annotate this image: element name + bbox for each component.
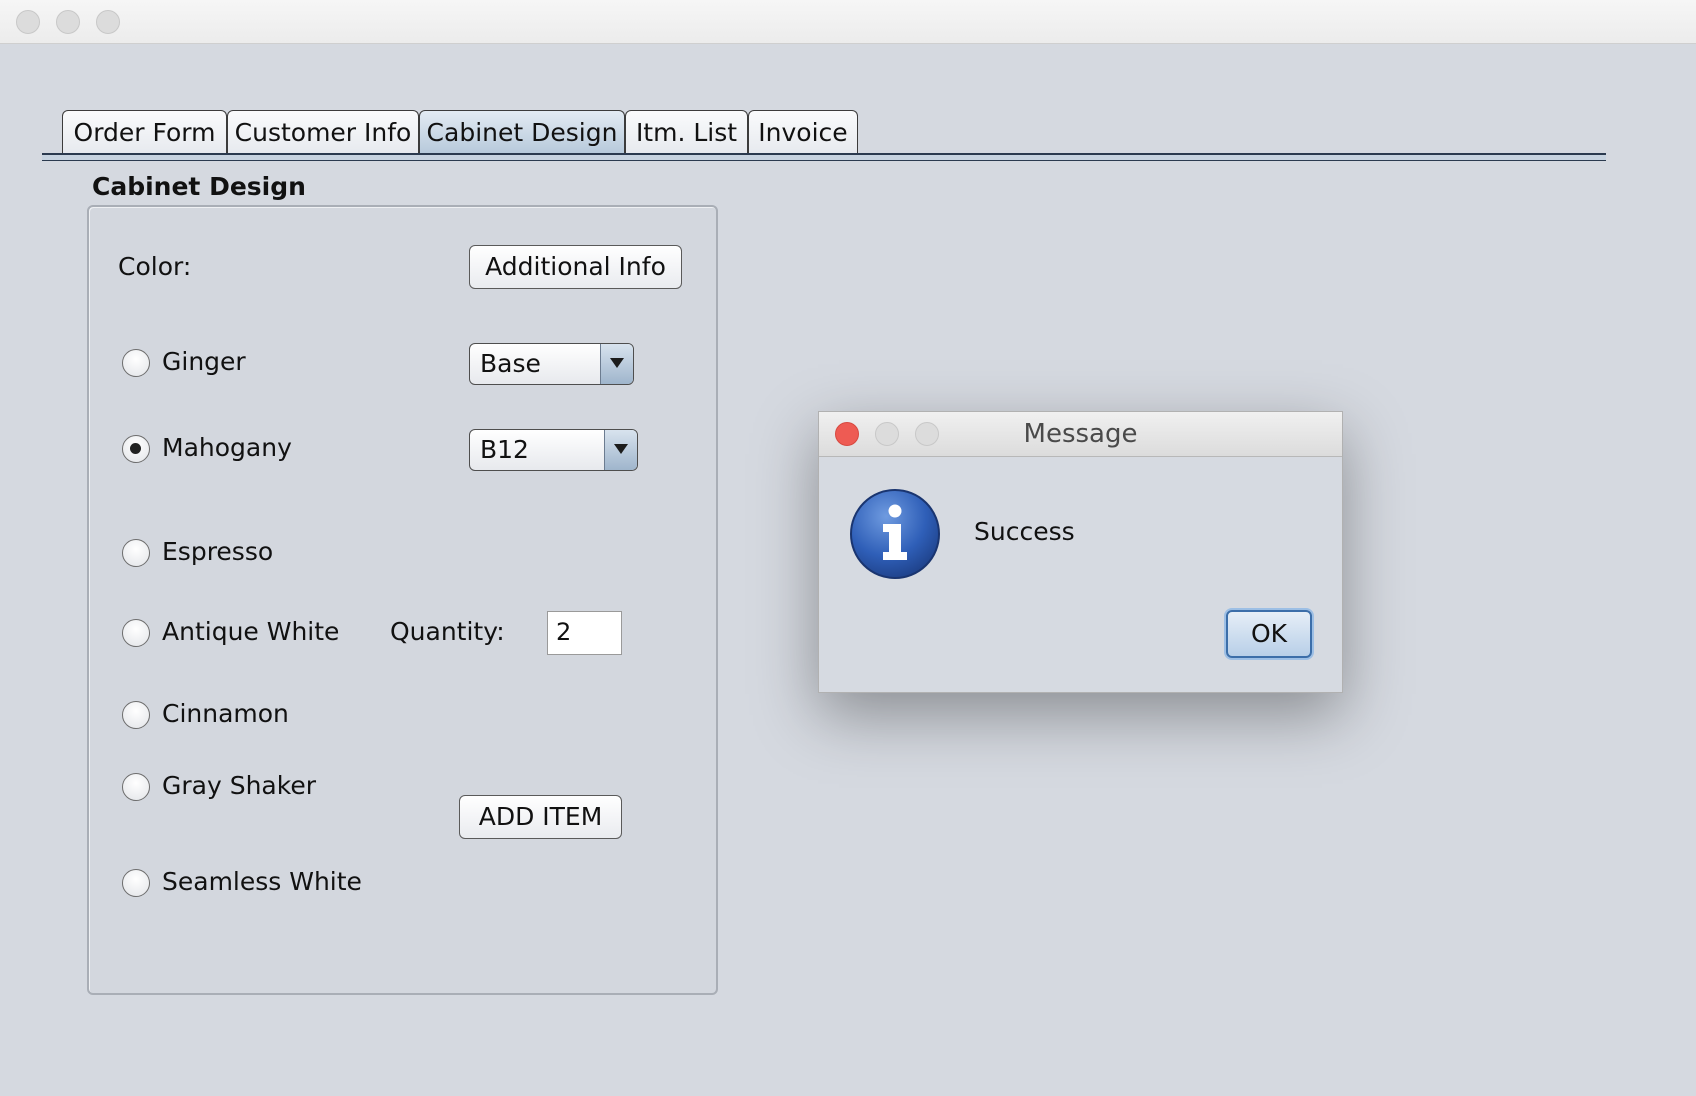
radio-espresso[interactable] <box>122 539 150 567</box>
zoom-window-button[interactable] <box>96 10 120 34</box>
radio-label-antique-white[interactable]: Antique White <box>162 617 339 646</box>
dialog-message: Success <box>974 517 1075 546</box>
color-label: Color: <box>118 252 192 281</box>
radio-cinnamon[interactable] <box>122 701 150 729</box>
tab-cabinet-design[interactable]: Cabinet Design <box>419 110 625 155</box>
radio-antique-white[interactable] <box>122 619 150 647</box>
cabinet-model-value: B12 <box>480 435 529 464</box>
cabinet-model-combo[interactable]: B12 <box>469 429 638 471</box>
radio-ginger[interactable] <box>122 349 150 377</box>
cabinet-type-combo[interactable]: Base <box>469 343 634 385</box>
close-window-button[interactable] <box>16 10 40 34</box>
minimize-window-button[interactable] <box>56 10 80 34</box>
quantity-input[interactable]: 2 <box>547 611 622 655</box>
tab-order-form[interactable]: Order Form <box>62 110 227 155</box>
radio-label-ginger[interactable]: Ginger <box>162 347 246 376</box>
radio-seamless-white[interactable] <box>122 869 150 897</box>
dialog-title: Message <box>1023 419 1138 449</box>
info-icon <box>850 489 940 579</box>
radio-label-gray-shaker[interactable]: Gray Shaker <box>162 771 316 800</box>
ok-button[interactable]: OK <box>1226 610 1312 658</box>
additional-info-button[interactable]: Additional Info <box>469 245 682 289</box>
radio-label-espresso[interactable]: Espresso <box>162 537 273 566</box>
tab-customer-info[interactable]: Customer Info <box>227 110 419 155</box>
message-dialog: Message Success OK <box>818 411 1343 693</box>
chevron-down-icon[interactable] <box>600 344 633 384</box>
cabinet-type-value: Base <box>480 349 541 378</box>
radio-label-mahogany[interactable]: Mahogany <box>162 433 292 462</box>
section-title: Cabinet Design <box>92 172 306 201</box>
dialog-titlebar: Message <box>819 412 1342 457</box>
add-item-button[interactable]: ADD ITEM <box>459 795 622 839</box>
radio-label-seamless-white[interactable]: Seamless White <box>162 867 362 896</box>
radio-mahogany[interactable] <box>122 435 150 463</box>
tab-itm-list[interactable]: Itm. List <box>625 110 748 155</box>
radio-gray-shaker[interactable] <box>122 773 150 801</box>
quantity-label: Quantity: <box>390 617 505 646</box>
radio-label-cinnamon[interactable]: Cinnamon <box>162 699 289 728</box>
tab-underline <box>42 153 1606 161</box>
window-titlebar <box>0 0 1696 44</box>
chevron-down-icon[interactable] <box>604 430 637 470</box>
tab-invoice[interactable]: Invoice <box>748 110 858 155</box>
